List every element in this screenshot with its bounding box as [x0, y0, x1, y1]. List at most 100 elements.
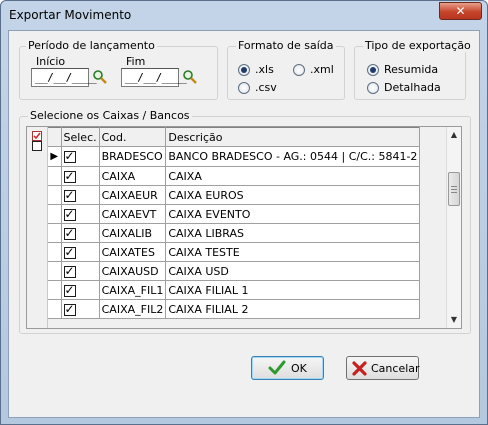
resumida-radio-label[interactable]: Resumida — [384, 63, 438, 76]
row-checkbox[interactable] — [63, 188, 76, 202]
table-row[interactable]: CAIXAUSD CAIXA USD — [48, 261, 421, 281]
row-cod: CAIXALIB — [99, 223, 167, 243]
xml-radio[interactable] — [293, 64, 305, 76]
row-checkbox[interactable] — [63, 283, 76, 297]
ok-button[interactable]: OK — [251, 356, 324, 380]
row-indicator-cell — [48, 204, 62, 224]
select-all-icon[interactable] — [32, 131, 42, 141]
current-row-arrow-icon: ▶ — [50, 151, 59, 162]
row-select-cell[interactable] — [61, 299, 100, 319]
cancel-button-label: Cancelar — [371, 362, 420, 375]
select-none-icon[interactable] — [32, 141, 42, 151]
table-row[interactable]: CAIXALIB CAIXA LIBRAS — [48, 223, 421, 243]
dialog-body: Período de lançamento Início __/__/____ … — [8, 30, 480, 418]
cancel-button[interactable]: Cancelar — [346, 356, 420, 380]
table-row[interactable]: CAIXA_FIL1 CAIXA FILIAL 1 — [48, 280, 421, 300]
row-checkbox[interactable] — [63, 149, 76, 163]
row-select-cell[interactable] — [61, 242, 100, 262]
fim-search-icon[interactable] — [182, 69, 198, 85]
csv-radio-label[interactable]: .csv — [255, 81, 277, 94]
row-indicator-cell — [48, 242, 62, 262]
detalhada-radio[interactable] — [367, 82, 379, 94]
row-cod: CAIXA_FIL1 — [99, 280, 167, 300]
row-select-cell[interactable] — [61, 146, 100, 167]
inicio-date-input[interactable]: __/__/____ — [31, 68, 97, 87]
row-descricao: CAIXA LIBRAS — [165, 223, 421, 243]
row-select-cell[interactable] — [61, 166, 100, 186]
caixas-table: Selec. Cod. Descrição ▶ BRADESCO BANCO B… — [48, 127, 421, 319]
row-checkbox[interactable] — [63, 226, 76, 240]
row-indicator-cell — [48, 185, 62, 205]
row-descricao: CAIXA FILIAL 1 — [165, 280, 421, 300]
xml-radio-label[interactable]: .xml — [310, 63, 334, 76]
table-header-row: Selec. Cod. Descrição — [48, 127, 421, 147]
caixas-grid[interactable]: Selec. Cod. Descrição ▶ BRADESCO BANCO B… — [26, 126, 462, 329]
header-indicator-cell — [48, 127, 62, 147]
csv-radio[interactable] — [238, 82, 250, 94]
row-checkbox[interactable] — [63, 245, 76, 259]
table-row[interactable]: CAIXAEVT CAIXA EVENTO — [48, 204, 421, 224]
formato-group-label: Formato de saída — [236, 39, 336, 52]
row-descricao: CAIXA FILIAL 2 — [165, 299, 421, 319]
column-header-descricao[interactable]: Descrição — [165, 127, 421, 147]
xls-radio-label[interactable]: .xls — [255, 63, 274, 76]
row-checkbox[interactable] — [63, 302, 76, 316]
row-descricao: CAIXA — [165, 166, 421, 186]
table-row[interactable]: CAIXA_FIL2 CAIXA FILIAL 2 — [48, 299, 421, 319]
row-descricao: CAIXA USD — [165, 261, 421, 281]
column-header-cod[interactable]: Cod. — [99, 127, 167, 147]
row-select-cell[interactable] — [61, 223, 100, 243]
thumb-grip-line — [451, 192, 457, 193]
inicio-label: Início — [36, 55, 66, 68]
scrollbar-thumb[interactable] — [448, 172, 460, 206]
table-row[interactable]: ▶ BRADESCO BANCO BRADESCO - AG.: 0544 | … — [48, 146, 421, 167]
fim-date-input[interactable]: __/__/____ — [121, 68, 187, 87]
row-cod: BRADESCO — [99, 146, 167, 167]
tipo-group-label: Tipo de exportação — [363, 39, 473, 52]
window-title: Exportar Movimento — [9, 8, 132, 22]
row-descricao: BANCO BRADESCO - AG.: 0544 | C/C.: 5841-… — [165, 146, 421, 167]
row-indicator-cell — [48, 223, 62, 243]
row-indicator-cell — [48, 280, 62, 300]
close-button[interactable]: ✕ — [439, 2, 482, 20]
column-header-selec[interactable]: Selec. — [61, 127, 100, 147]
row-select-cell[interactable] — [61, 185, 100, 205]
row-cod: CAIXA — [99, 166, 167, 186]
formato-group: Formato de saída .xls .xml .csv — [227, 39, 345, 100]
row-cod: CAIXAEVT — [99, 204, 167, 224]
row-select-cell[interactable] — [61, 204, 100, 224]
table-row[interactable]: CAIXATES CAIXA TESTE — [48, 242, 421, 262]
dialog-window: Exportar Movimento ✕ Período de lançamen… — [0, 0, 488, 425]
row-checkbox[interactable] — [63, 169, 76, 183]
row-select-cell[interactable] — [61, 261, 100, 281]
inicio-search-icon[interactable] — [92, 69, 108, 85]
row-indicator-cell — [48, 166, 62, 186]
row-descricao: CAIXA TESTE — [165, 242, 421, 262]
close-icon: ✕ — [455, 4, 466, 18]
grid-left-gutter — [27, 127, 48, 328]
thumb-grip-line — [451, 186, 457, 187]
title-bar[interactable]: Exportar Movimento ✕ — [1, 1, 487, 30]
table-row[interactable]: CAIXAEUR CAIXA EUROS — [48, 185, 421, 205]
row-descricao: CAIXA EUROS — [165, 185, 421, 205]
row-checkbox[interactable] — [63, 207, 76, 221]
check-icon — [268, 360, 286, 375]
periodo-group-label: Período de lançamento — [26, 39, 157, 52]
thumb-grip-line — [451, 189, 457, 190]
periodo-group: Período de lançamento Início __/__/____ … — [19, 39, 218, 100]
detalhada-radio-label[interactable]: Detalhada — [384, 81, 441, 94]
row-select-cell[interactable] — [61, 280, 100, 300]
fim-label: Fim — [126, 55, 146, 68]
resumida-radio[interactable] — [367, 64, 379, 76]
scroll-up-icon[interactable]: ▲ — [447, 128, 461, 142]
xls-radio[interactable] — [238, 64, 250, 76]
row-cod: CAIXAUSD — [99, 261, 167, 281]
row-indicator-cell — [48, 261, 62, 281]
row-indicator-cell: ▶ — [48, 146, 62, 167]
cancel-x-icon — [352, 361, 367, 376]
row-descricao: CAIXA EVENTO — [165, 204, 421, 224]
table-row[interactable]: CAIXA CAIXA — [48, 166, 421, 186]
row-checkbox[interactable] — [63, 264, 76, 278]
vertical-scrollbar[interactable]: ▲ ▼ — [446, 127, 461, 328]
scroll-down-icon[interactable]: ▼ — [447, 313, 461, 327]
